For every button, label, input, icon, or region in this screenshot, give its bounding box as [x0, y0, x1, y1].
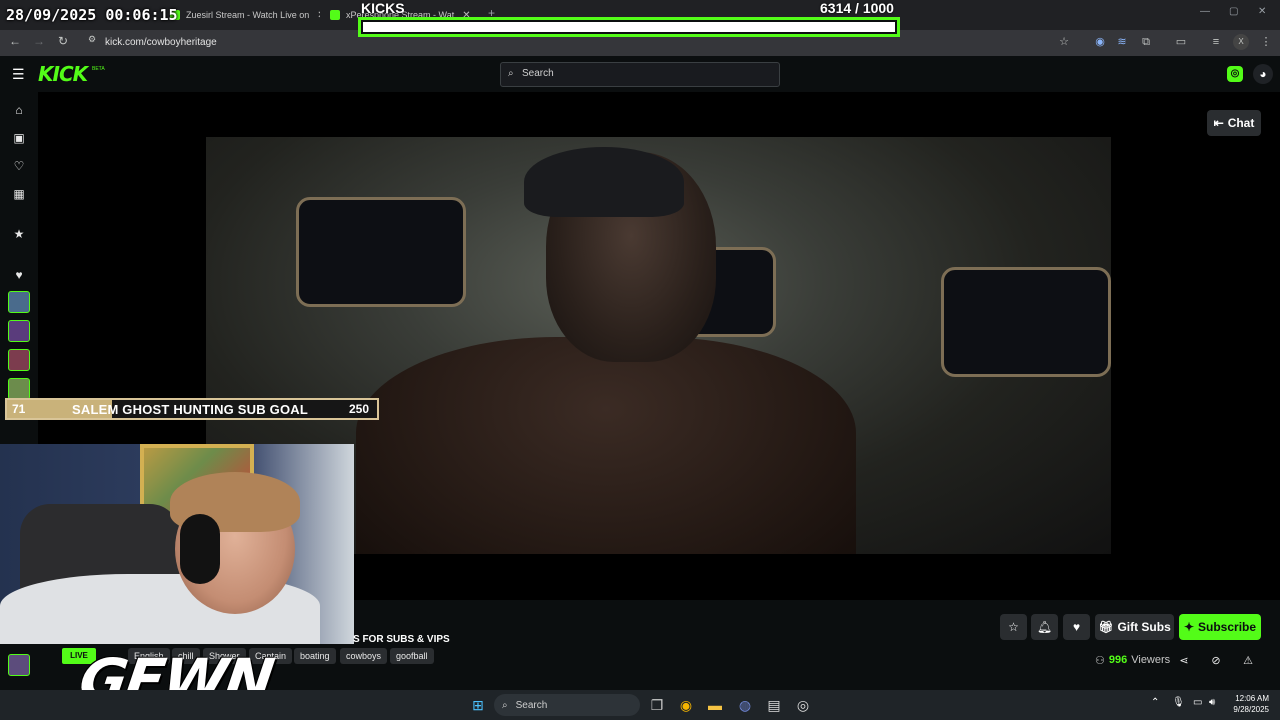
search-icon: ⌕ [502, 699, 508, 711]
channel-avatar[interactable] [8, 291, 30, 313]
windows-start-icon[interactable]: ⊞ [468, 695, 488, 715]
channel-avatar[interactable] [8, 378, 30, 400]
channel-avatar[interactable] [8, 349, 30, 371]
extensions-puzzle-icon[interactable]: ⧉ [1138, 34, 1154, 50]
viewers-icon: ⚇ [1095, 655, 1105, 667]
kicks-count: 6314 / 1000 [820, 0, 894, 16]
network-icon[interactable]: ▭ [1193, 697, 1202, 708]
audio-icon[interactable]: ≋ [1114, 34, 1130, 50]
forward-icon[interactable]: → [31, 34, 47, 48]
back-icon[interactable]: ← [7, 34, 23, 48]
subscribe-label: Subscribe [1198, 620, 1257, 634]
heart-icon[interactable]: ♥ [10, 266, 28, 284]
kick-logo[interactable]: KICK [38, 62, 88, 86]
chat-toggle-button[interactable]: ⇤ Chat [1207, 110, 1261, 136]
search-icon: ⌕ [508, 68, 514, 79]
reading-list-icon[interactable]: ≡ [1208, 34, 1224, 50]
browse-icon[interactable]: ▣ [10, 129, 28, 147]
gift-subs-button[interactable]: 🎁︎ Gift Subs [1095, 614, 1174, 640]
extension-icon[interactable]: ◉ [1092, 34, 1108, 50]
bookmark-star-icon[interactable]: ☆ [1056, 34, 1072, 50]
close-tab-icon[interactable]: ✕ [317, 10, 320, 21]
collapse-chat-icon: ⇤ [1213, 116, 1224, 130]
taskbar-search[interactable]: ⌕ Search [494, 694, 640, 716]
discord-icon[interactable]: ◍ [735, 695, 755, 715]
microphone-icon[interactable]: 🎙︎ [1172, 697, 1185, 708]
streamer-webcam [0, 444, 354, 644]
obs-icon[interactable]: ◎ [793, 695, 813, 715]
chat-label: Chat [1227, 116, 1255, 130]
menu-icon[interactable]: ⋮ [1258, 34, 1274, 50]
channel-avatar[interactable] [8, 320, 30, 342]
subscribe-button[interactable]: ✦ Subscribe [1179, 614, 1261, 640]
video-person-cap [524, 147, 684, 217]
sub-goal-current: 71 [12, 402, 26, 416]
reload-icon[interactable]: ↻ [55, 34, 71, 48]
favorite-star-button[interactable]: ☆ [1000, 614, 1027, 640]
report-warning-icon[interactable]: ⚠ [1241, 654, 1255, 667]
user-avatar-icon[interactable]: ◕ [1253, 64, 1273, 84]
channel-avatar[interactable] [8, 654, 30, 676]
notepad-icon[interactable]: ▤ [764, 695, 784, 715]
taskbar-clock[interactable]: 12:06 AM 9/28/2025 [1225, 693, 1269, 715]
tab-title: Zuesirl Stream - Watch Live on [186, 10, 310, 20]
clock-date: 9/28/2025 [1233, 705, 1269, 714]
chrome-icon[interactable]: ◉ [676, 695, 696, 715]
gift-icon: 🎁︎ [1098, 620, 1114, 634]
windows-taskbar [0, 690, 1280, 720]
gift-subs-label: Gift Subs [1117, 620, 1171, 634]
video-scene-window [941, 267, 1111, 377]
volume-icon[interactable]: 🔊︎ [1209, 697, 1215, 708]
sub-goal-title: SALEM GHOST HUNTING SUB GOAL [72, 402, 308, 417]
search-input[interactable] [522, 68, 762, 79]
overlay-datetime: 28/09/2025 00:06:15 [6, 6, 178, 24]
following-heart-icon[interactable]: ♡ [10, 157, 28, 175]
minimize-icon[interactable]: — [1200, 6, 1210, 17]
video-scene-window [296, 197, 466, 307]
kick-coin-icon[interactable]: ◎ [1227, 66, 1243, 82]
maximize-icon[interactable]: ▢ [1229, 6, 1238, 17]
task-view-icon[interactable]: ❐ [647, 695, 667, 715]
share-icon[interactable]: ⋖ [1177, 654, 1191, 667]
categories-icon[interactable]: ▦ [10, 185, 28, 203]
viewer-count: ⚇ 996 Viewers [1095, 654, 1170, 667]
kick-favicon-icon [330, 10, 340, 20]
tag-chip[interactable]: cowboys [340, 648, 388, 664]
browser-tab[interactable]: Zuesirl Stream - Watch Live on ✕ [170, 4, 320, 26]
close-window-icon[interactable]: ✕ [1258, 6, 1266, 17]
kicks-progress-bar [358, 17, 900, 37]
taskbar-search-label: Search [515, 699, 548, 711]
screen-cast-icon[interactable]: ▭ [1173, 34, 1189, 50]
sparkle-icon: ✦ [1183, 620, 1195, 634]
hide-eye-icon[interactable]: ⊘ [1209, 654, 1223, 667]
beta-badge: BETA [92, 66, 105, 72]
file-explorer-icon[interactable]: ▬ [705, 695, 725, 715]
sub-goal-target: 250 [349, 402, 370, 416]
kicks-progress-fill [363, 22, 895, 32]
viewers-label: Viewers [1131, 654, 1171, 666]
clock-time: 12:06 AM [1235, 694, 1269, 703]
star-icon[interactable]: ★ [10, 225, 28, 243]
stream-title: S FOR SUBS & VIPS [353, 634, 450, 645]
follow-heart-button[interactable]: ♥ [1063, 614, 1090, 640]
site-info-icon[interactable]: ⚙ [84, 34, 100, 45]
tag-chip[interactable]: goofball [390, 648, 434, 664]
tag-chip[interactable]: boating [294, 648, 336, 664]
home-icon[interactable]: ⌂ [10, 101, 28, 119]
hamburger-menu-icon[interactable]: ☰ [12, 66, 25, 83]
tray-chevron-icon[interactable]: ⌃ [1151, 697, 1159, 708]
headphones-icon [180, 514, 220, 584]
notification-bell-button[interactable]: 🔔︎ [1031, 614, 1058, 640]
kicks-label: KICKS [361, 0, 405, 16]
profile-icon[interactable]: X [1233, 34, 1249, 50]
viewers-number: 996 [1108, 654, 1128, 666]
video-person-body [356, 337, 856, 554]
